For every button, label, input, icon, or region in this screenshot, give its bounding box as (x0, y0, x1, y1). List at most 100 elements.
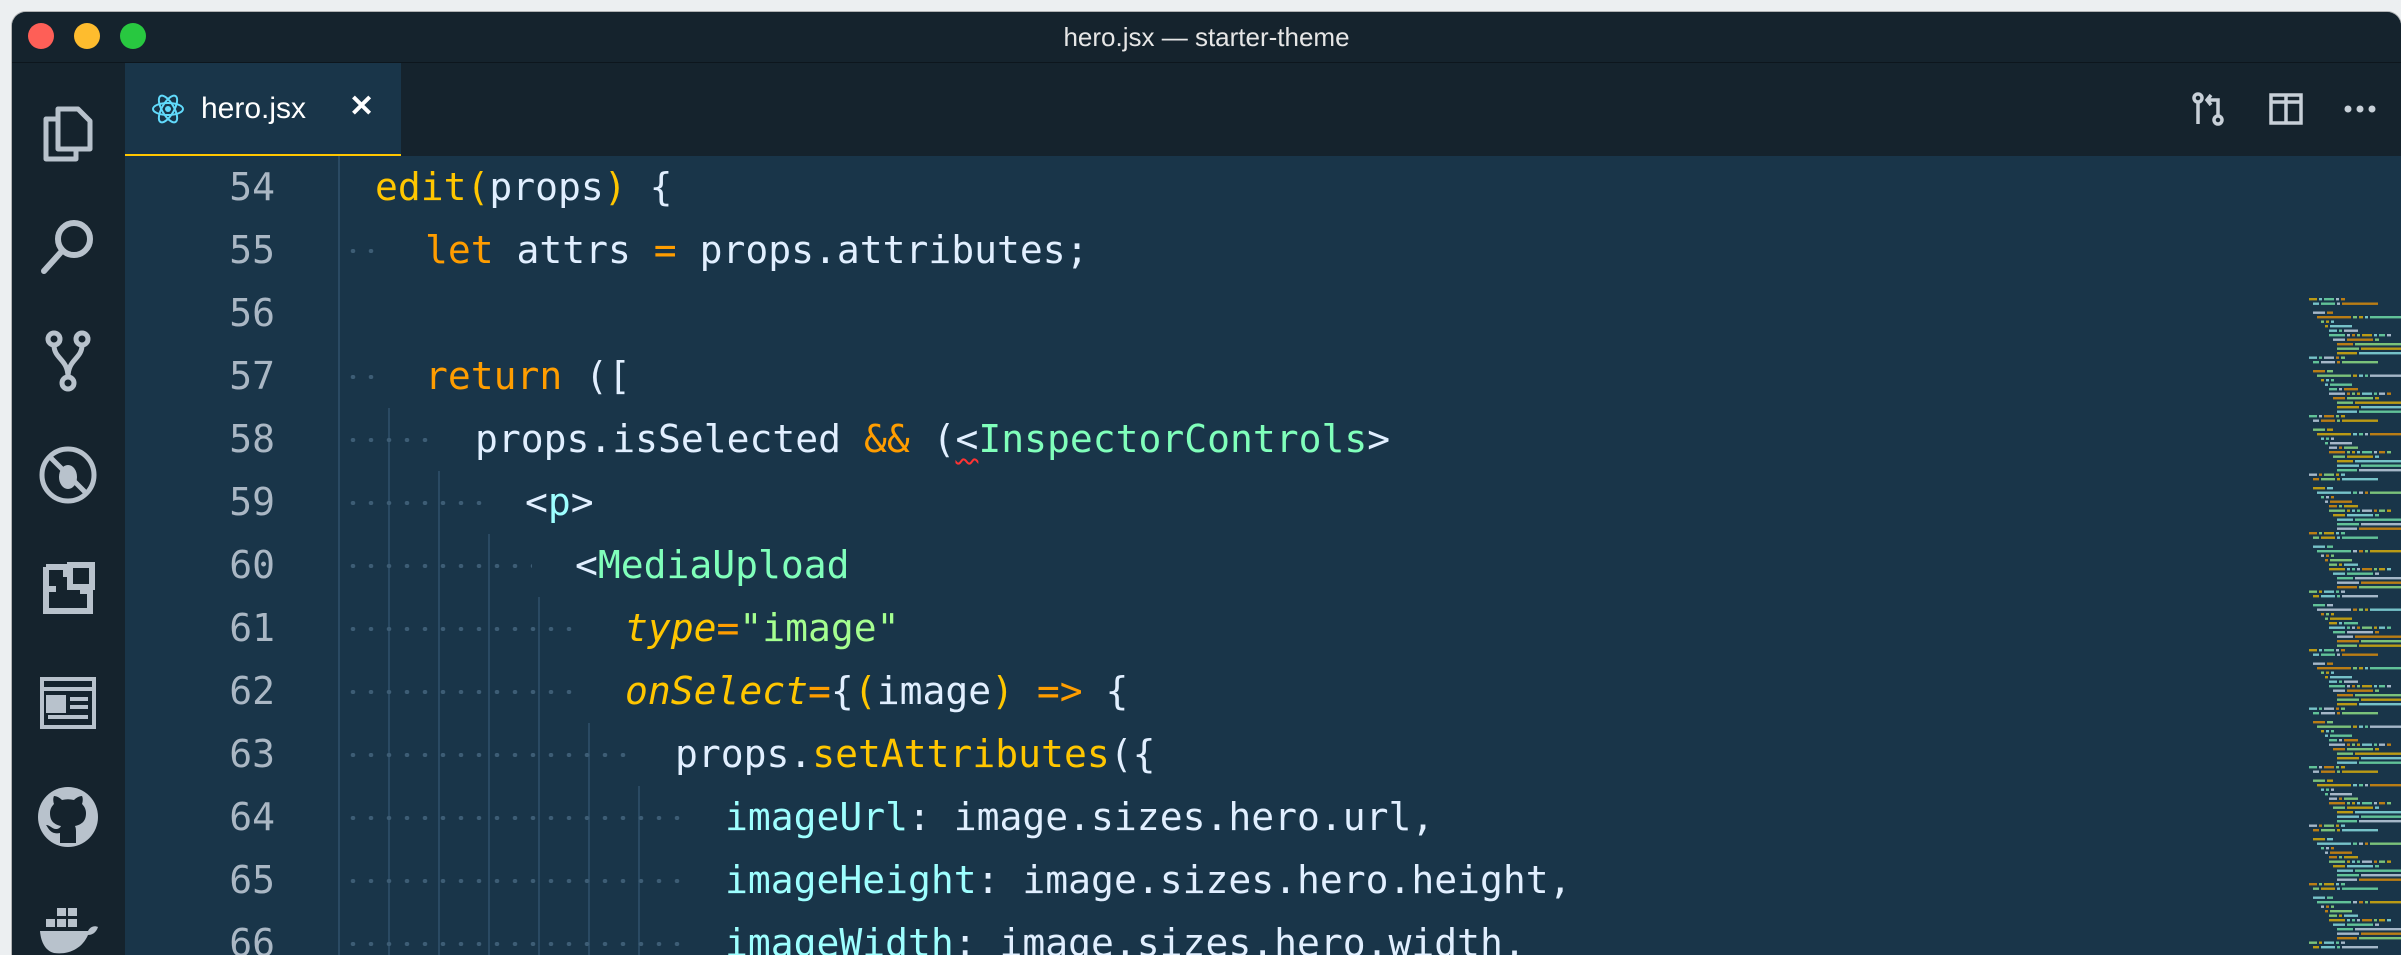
code-line[interactable]: 57 return ([ (125, 345, 2401, 408)
search-icon[interactable] (34, 213, 102, 281)
whitespace-dots (344, 942, 682, 946)
docker-icon[interactable] (34, 897, 102, 955)
code-token: props.attributes; (676, 228, 1089, 272)
code-token: && (863, 417, 910, 461)
explorer-icon[interactable] (34, 99, 102, 167)
code-line[interactable]: 64 imageUrl: image.sizes.hero.url, (125, 786, 2401, 849)
whitespace-dots (344, 438, 432, 442)
code-token: MediaUpload (597, 543, 850, 587)
title-bar: hero.jsx — starter-theme (12, 12, 2401, 63)
indent-guide (338, 849, 340, 912)
whitespace-dots (344, 690, 582, 694)
code-text: imageWidth: image.sizes.hero.width, (725, 912, 1526, 955)
more-actions-icon[interactable] (2341, 90, 2379, 128)
whitespace-dots (344, 501, 482, 505)
indent-guide (388, 912, 390, 955)
code-line[interactable]: 59 <p> (125, 471, 2401, 534)
indent-guide (338, 534, 340, 597)
whitespace-dots (344, 564, 532, 568)
code-line[interactable]: 55 let attrs = props.attributes; (125, 219, 2401, 282)
editor-actions (2181, 63, 2401, 154)
tab-label: hero.jsx (201, 92, 307, 125)
line-number: 57 (229, 354, 275, 398)
editor-window: hero.jsx — starter-theme hero.jsx ✕ 54 e… (12, 12, 2401, 955)
indent-guide (338, 156, 340, 219)
indent-guide (538, 912, 540, 955)
whitespace-dots (344, 816, 682, 820)
indent-guide (338, 282, 340, 345)
code-line[interactable]: 56 (125, 282, 2401, 345)
code-text: <MediaUpload (575, 534, 850, 597)
tab-hero-jsx[interactable]: hero.jsx ✕ (125, 63, 401, 157)
indent-guide (338, 786, 340, 849)
code-line[interactable]: 66 imageWidth: image.sizes.hero.width, (125, 912, 2401, 955)
indent-guide (338, 912, 340, 955)
indent-guide (338, 660, 340, 723)
code-line[interactable]: 54 edit(props) { (125, 156, 2401, 219)
tab-bar: hero.jsx ✕ (125, 63, 2401, 157)
code-token: props (489, 165, 604, 209)
indent-guide (338, 723, 340, 786)
code-token: onSelect (625, 669, 809, 713)
github-icon[interactable] (34, 783, 102, 851)
code-token: imageHeight (725, 858, 977, 902)
indent-guide (338, 597, 340, 660)
extensions-icon[interactable] (34, 555, 102, 623)
line-number: 61 (229, 606, 275, 650)
line-number: 62 (229, 669, 275, 713)
code-token: imageUrl (725, 795, 909, 839)
code-token: { (626, 165, 673, 209)
indent-guide (638, 912, 640, 955)
code-text: let attrs = props.attributes; (425, 219, 1089, 282)
line-number: 65 (229, 858, 275, 902)
code-text: imageUrl: image.sizes.hero.url, (725, 786, 1434, 849)
whitespace-dots (344, 627, 582, 631)
code-token: { (1082, 669, 1129, 713)
code-line[interactable]: 65 imageHeight: image.sizes.hero.height, (125, 849, 2401, 912)
code-text: <p> (525, 471, 594, 534)
code-editor[interactable]: 54 edit(props) {55 let attrs = props.attri… (125, 156, 2401, 955)
code-token: => (1013, 669, 1083, 713)
code-token: ( (853, 669, 877, 713)
code-token: ([ (562, 354, 631, 398)
code-token: InspectorControls (978, 417, 1368, 461)
code-token: setAttributes (812, 732, 1110, 776)
code-text: onSelect={(image) => { (625, 660, 1128, 723)
code-token: p (547, 480, 571, 524)
tab-close-button[interactable]: ✕ (349, 63, 374, 151)
line-number: 54 (229, 165, 275, 209)
line-number: 56 (229, 291, 275, 335)
line-number: 60 (229, 543, 275, 587)
code-token: type (625, 606, 717, 650)
code-line[interactable]: 62 onSelect={(image) => { (125, 660, 2401, 723)
code-token: : image.sizes.hero.url, (908, 795, 1435, 839)
code-token: < (525, 480, 548, 524)
code-token: imageWidth (725, 921, 954, 955)
code-token: ) (991, 669, 1014, 713)
indent-guide (438, 912, 440, 955)
activity-bar (12, 63, 125, 955)
code-line[interactable]: 63 props.setAttributes({ (125, 723, 2401, 786)
code-token: : image.sizes.hero.width, (953, 921, 1526, 955)
code-token: "image" (739, 606, 900, 650)
indent-guide (588, 912, 590, 955)
code-token: = (653, 228, 677, 272)
code-token: ( (466, 165, 490, 209)
code-text: return ([ (425, 345, 631, 408)
debug-icon[interactable] (34, 441, 102, 509)
code-token: < (575, 543, 598, 587)
code-line[interactable]: 61 type="image" (125, 597, 2401, 660)
code-line[interactable]: 58 props.isSelected && (<InspectorControl… (125, 408, 2401, 471)
code-text: imageHeight: image.sizes.hero.height, (725, 849, 1572, 912)
code-line[interactable]: 60 <MediaUpload (125, 534, 2401, 597)
code-token: : image.sizes.hero.height, (976, 858, 1572, 902)
compare-changes-icon[interactable] (2189, 90, 2227, 128)
split-editor-icon[interactable] (2267, 90, 2305, 128)
indent-guide (488, 912, 490, 955)
code-token: props. (675, 732, 813, 776)
source-control-icon[interactable] (34, 327, 102, 395)
code-token: = (716, 606, 740, 650)
browser-preview-icon[interactable] (34, 669, 102, 737)
line-number: 66 (229, 921, 275, 955)
line-number: 58 (229, 417, 275, 461)
